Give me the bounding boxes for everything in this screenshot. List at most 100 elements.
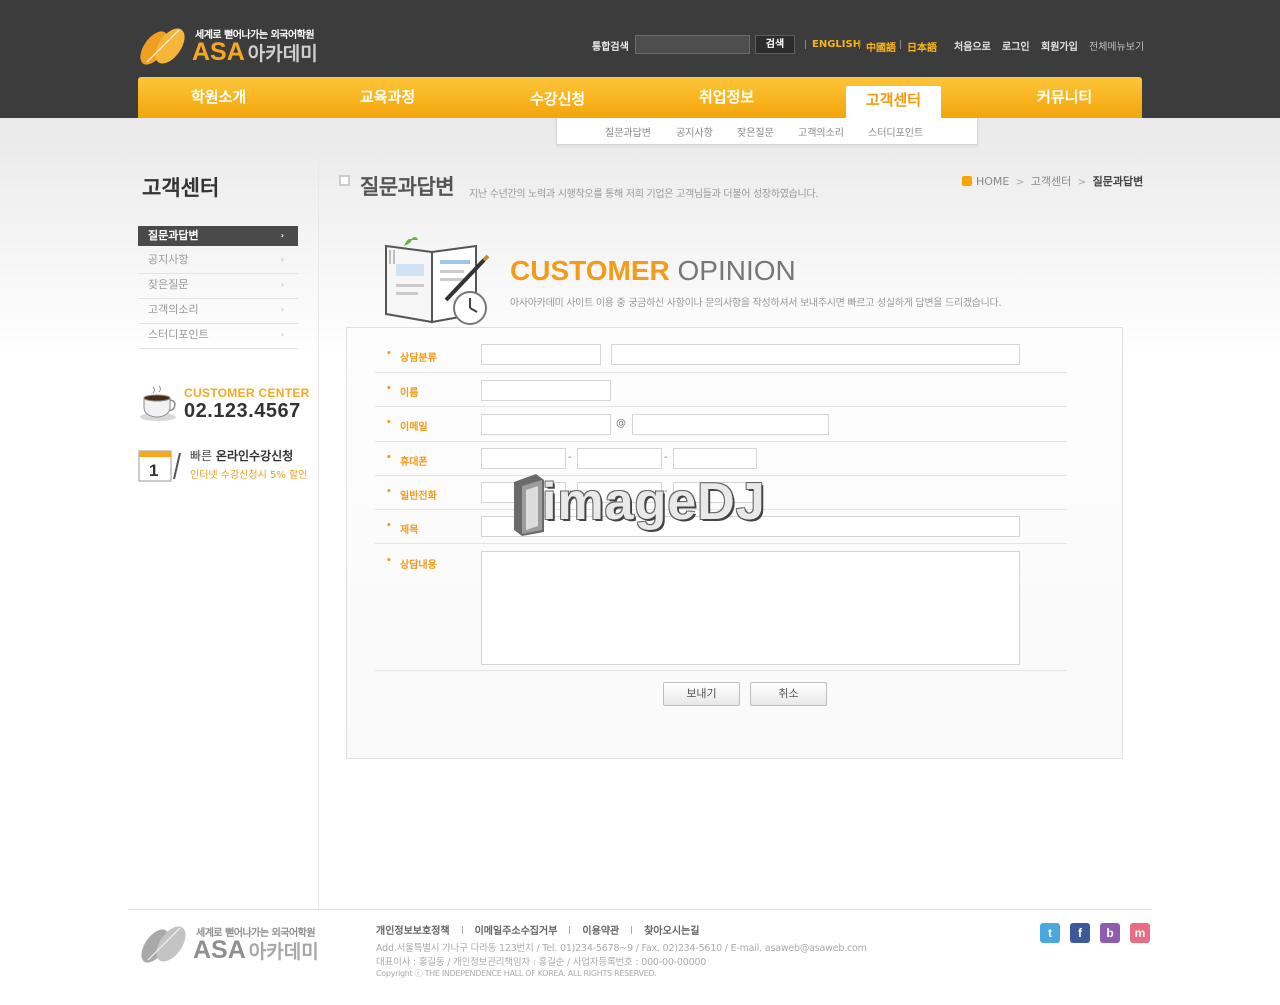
search-input[interactable] bbox=[635, 35, 750, 54]
hero-title-rest: OPINION bbox=[677, 255, 796, 286]
util-join-link[interactable]: 회원가입 bbox=[1041, 38, 1078, 53]
body-textarea[interactable] bbox=[481, 551, 1020, 665]
mobile-label: 휴대폰 bbox=[386, 453, 427, 468]
subnav-item-notice[interactable]: 공지사항 bbox=[676, 124, 713, 139]
chevron-right-icon: › bbox=[280, 330, 284, 339]
breadcrumb-separator: > bbox=[1015, 177, 1025, 188]
svg-text:1: 1 bbox=[149, 461, 158, 480]
cancel-button[interactable]: 취소 bbox=[750, 682, 827, 706]
breadcrumb-home[interactable]: HOME bbox=[976, 175, 1009, 188]
mobile-part1-input[interactable] bbox=[481, 448, 566, 469]
sidebar-item-voice[interactable]: 고객의소리 › bbox=[138, 299, 298, 324]
separator bbox=[631, 926, 633, 934]
form-row-name: 이름 bbox=[375, 373, 1067, 407]
chevron-right-icon: › bbox=[280, 231, 284, 240]
hero-title-accent: CUSTOMER bbox=[510, 255, 670, 286]
at-sign: @ bbox=[616, 418, 626, 429]
search-button[interactable]: 검색 bbox=[755, 35, 795, 54]
page-title: 질문과답변 bbox=[360, 175, 455, 199]
form-row-mobile: 휴대폰 - - bbox=[375, 442, 1067, 476]
category-label: 상담분류 bbox=[386, 349, 437, 364]
hero-title: CUSTOMER OPINION bbox=[510, 255, 796, 287]
logo-brand-ko: 아카데미 bbox=[247, 43, 318, 65]
footer-link-directions[interactable]: 찾아오시는길 bbox=[644, 926, 699, 937]
column-divider bbox=[318, 150, 319, 910]
util-home-link[interactable]: 처음으로 bbox=[954, 38, 991, 53]
subject-label: 제목 bbox=[386, 521, 419, 536]
separator bbox=[461, 926, 463, 934]
logo[interactable]: 세계로 뻗어나가는 외국어학원 ASA 아카데미 bbox=[137, 24, 327, 68]
sidebar-item-label: 스터디포인트 bbox=[148, 328, 209, 341]
footer-divider bbox=[128, 909, 1152, 910]
footer-address: Add.서울특별시 가나구 다라동 123번지 / Tel. 01)234-56… bbox=[376, 943, 867, 954]
sidebar-item-label: 고객의소리 bbox=[148, 303, 199, 316]
util-sitemap-link[interactable]: 전체메뉴보기 bbox=[1089, 38, 1144, 53]
footer-logo-brand-en: ASA bbox=[193, 936, 246, 964]
email-id-input[interactable] bbox=[481, 414, 611, 435]
footer-company-info: 대표이사 : 홍길동 / 개인정보관리책임자 : 홍길순 / 사업자등록번호 :… bbox=[376, 957, 707, 968]
subnav-item-faq[interactable]: 잦은질문 bbox=[737, 124, 774, 139]
category-detail-input[interactable] bbox=[611, 344, 1020, 365]
footer-link-email-refusal[interactable]: 이메일주소수집거부 bbox=[475, 926, 558, 937]
nav-item-courses[interactable]: 교육과정 bbox=[360, 86, 415, 107]
email-domain-input[interactable] bbox=[632, 414, 829, 435]
promo-subtitle: 인터넷 수강신청시 5% 할인 bbox=[190, 470, 308, 481]
blog-icon[interactable]: b bbox=[1100, 923, 1120, 943]
submit-button[interactable]: 보내기 bbox=[663, 682, 740, 706]
dash: - bbox=[568, 452, 572, 463]
footer-logo: 세계로 뻗어나가는 외국어학원 ASA 아카데미 bbox=[138, 922, 328, 966]
chevron-right-icon: › bbox=[280, 255, 284, 264]
title-square-icon bbox=[339, 175, 350, 186]
subnav-item-study-point[interactable]: 스터디포인트 bbox=[868, 124, 923, 139]
chevron-right-icon: › bbox=[280, 280, 284, 289]
coffee-cup-icon bbox=[140, 385, 176, 421]
chevron-right-icon: › bbox=[280, 305, 284, 314]
footer-logo-brand: ASA 아카데미 bbox=[193, 936, 319, 965]
footer-link-privacy[interactable]: 개인정보보호정책 bbox=[376, 926, 450, 937]
logo-leaf-icon bbox=[141, 926, 186, 963]
sidebar-item-qna[interactable]: 질문과답변 › bbox=[138, 226, 298, 246]
subnav-item-voice[interactable]: 고객의소리 bbox=[798, 124, 844, 139]
customer-center-phone: 02.123.4567 bbox=[184, 400, 301, 422]
nav-item-registration[interactable]: 수강신청 bbox=[530, 88, 585, 109]
main-nav: 학원소개 교육과정 수강신청 취업정보 커뮤니티 bbox=[138, 77, 1142, 118]
breadcrumb-customer-center[interactable]: 고객센터 bbox=[1031, 175, 1071, 188]
nav-item-customer-center[interactable]: 고객센터 bbox=[846, 86, 941, 118]
sub-nav: 질문과답변 공지사항 잦은질문 고객의소리 스터디포인트 bbox=[556, 118, 978, 145]
notebook-clock-illustration bbox=[385, 237, 490, 325]
dash: - bbox=[664, 452, 668, 463]
sidebar-item-label: 공지사항 bbox=[148, 253, 189, 266]
nav-item-about[interactable]: 학원소개 bbox=[191, 86, 246, 107]
promo-title-strong: 온라인수강신청 bbox=[215, 449, 294, 463]
mobile-part2-input[interactable] bbox=[577, 448, 662, 469]
facebook-icon[interactable]: f bbox=[1070, 923, 1090, 943]
hero-description: 아사아카데미 사이트 이용 중 궁금하신 사항이나 문의사항을 작성하셔서 보내… bbox=[510, 298, 1002, 309]
form-row-category: 상담분류 bbox=[375, 338, 1067, 373]
lang-japanese[interactable]: 日本語 bbox=[907, 39, 937, 54]
sidebar-item-label: 질문과답변 bbox=[148, 229, 199, 242]
me2day-icon[interactable]: m bbox=[1130, 923, 1150, 943]
sidebar-item-faq[interactable]: 잦은질문 › bbox=[138, 274, 298, 299]
sidebar-item-study-point[interactable]: 스터디포인트 › bbox=[138, 324, 298, 349]
name-input[interactable] bbox=[481, 380, 611, 401]
phone-label: 일반전화 bbox=[386, 487, 437, 502]
name-label: 이름 bbox=[386, 384, 419, 399]
util-login-link[interactable]: 로그인 bbox=[1002, 38, 1030, 53]
nav-item-jobs[interactable]: 취업정보 bbox=[699, 86, 754, 107]
online-registration-banner[interactable]: 1 빠른 온라인수강신청 인터넷 수강신청시 5% 할인 bbox=[138, 445, 318, 485]
nav-item-community[interactable]: 커뮤니티 bbox=[1037, 86, 1092, 107]
watermark-text: imageDJ bbox=[542, 473, 766, 531]
lang-chinese[interactable]: 中國語 bbox=[866, 39, 896, 54]
mobile-part3-input[interactable] bbox=[673, 448, 757, 469]
subnav-item-qna[interactable]: 질문과답변 bbox=[605, 124, 651, 139]
lang-english[interactable]: ENGLISH bbox=[812, 39, 861, 50]
calendar-icon: 1 bbox=[138, 450, 181, 482]
footer-link-terms[interactable]: 이용약관 bbox=[582, 926, 619, 937]
page-description: 지난 수년간의 노력과 시행착오를 통해 저희 기업은 고객님들과 더불어 성장… bbox=[469, 189, 819, 200]
customer-center-box: CUSTOMER CENTER 02.123.4567 bbox=[138, 382, 318, 424]
twitter-icon[interactable]: t bbox=[1040, 923, 1060, 943]
category-select[interactable] bbox=[481, 344, 601, 365]
breadcrumb-separator: > bbox=[1077, 177, 1087, 188]
sidebar-item-notice[interactable]: 공지사항 › bbox=[138, 249, 298, 274]
promo-title: 빠른 온라인수강신청 bbox=[190, 447, 293, 464]
